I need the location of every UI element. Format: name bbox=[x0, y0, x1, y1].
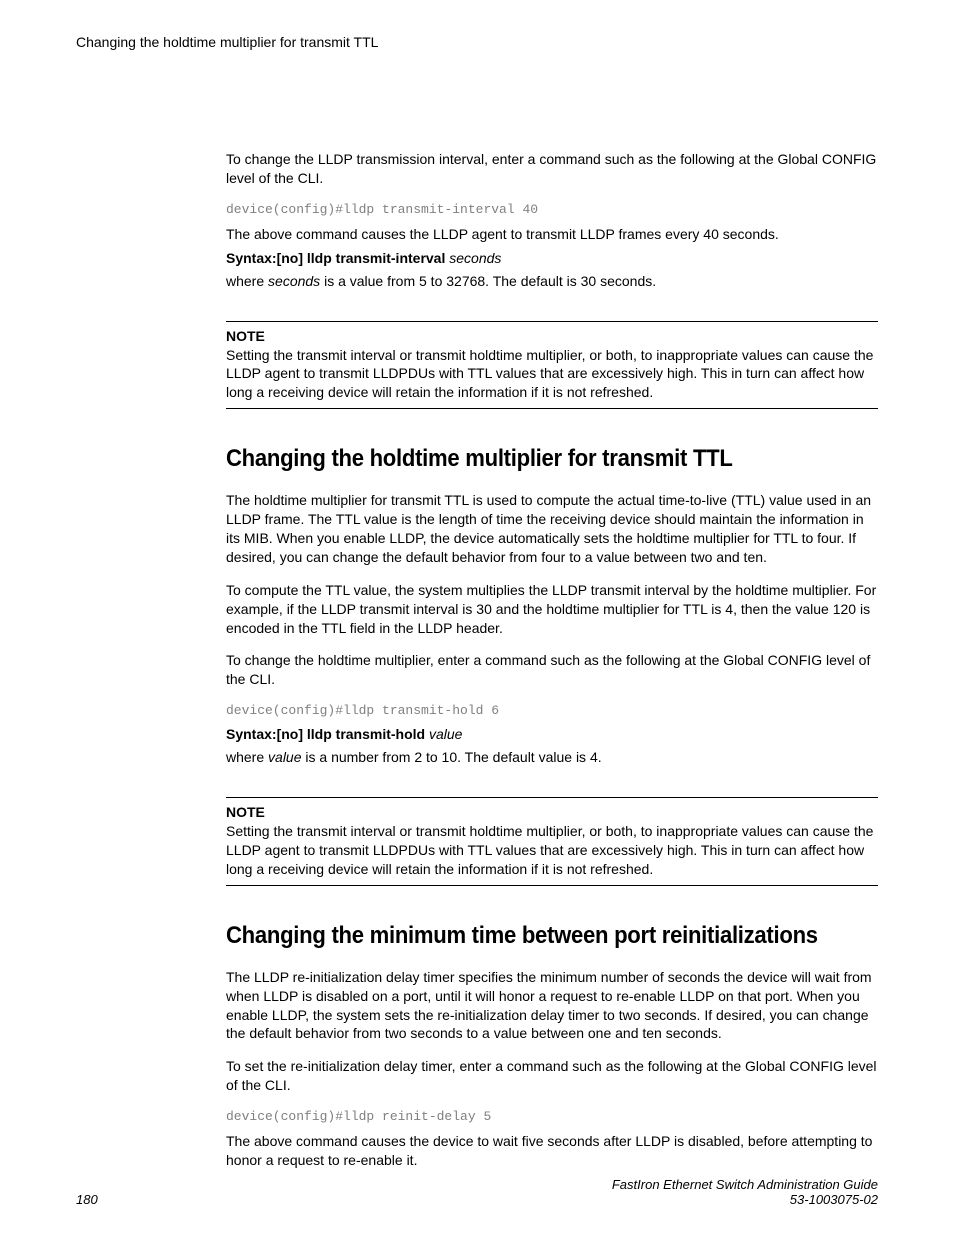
s3-p2: To set the re-initialization delay timer… bbox=[226, 1057, 878, 1095]
s2-note-label: NOTE bbox=[226, 804, 878, 820]
main-content: To change the LLDP transmission interval… bbox=[226, 150, 878, 1170]
s3-heading: Changing the minimum time between port r… bbox=[226, 922, 826, 950]
s2-where-post: is a number from 2 to 10. The default va… bbox=[302, 749, 602, 765]
note-rule-bottom-2 bbox=[226, 885, 878, 886]
s2-code: device(config)#lldp transmit-hold 6 bbox=[226, 703, 878, 718]
s1-where-post: is a value from 5 to 32768. The default … bbox=[320, 273, 656, 289]
page-number: 180 bbox=[76, 1192, 98, 1207]
s1-note: NOTE Setting the transmit interval or tr… bbox=[226, 321, 878, 410]
s3-p1: The LLDP re-initialization delay timer s… bbox=[226, 968, 878, 1044]
s3-p3: The above command causes the device to w… bbox=[226, 1132, 878, 1170]
s1-syntax-bold: Syntax:[no] lldp transmit-interval bbox=[226, 250, 449, 266]
page-footer: 180 FastIron Ethernet Switch Administrat… bbox=[76, 1177, 878, 1207]
s1-result: The above command causes the LLDP agent … bbox=[226, 225, 878, 244]
s2-where-pre: where bbox=[226, 749, 268, 765]
s2-p2: To compute the TTL value, the system mul… bbox=[226, 581, 878, 638]
s1-syntax-arg: seconds bbox=[449, 250, 501, 266]
s2-heading: Changing the holdtime multiplier for tra… bbox=[226, 445, 826, 473]
footer-guide-title: FastIron Ethernet Switch Administration … bbox=[612, 1177, 878, 1192]
s3-code: device(config)#lldp reinit-delay 5 bbox=[226, 1109, 878, 1124]
s2-p3: To change the holdtime multiplier, enter… bbox=[226, 651, 878, 689]
s2-syntax: Syntax:[no] lldp transmit-hold value bbox=[226, 726, 878, 742]
note-rule-top-2 bbox=[226, 797, 878, 798]
s1-intro: To change the LLDP transmission interval… bbox=[226, 150, 878, 188]
s1-where-arg: seconds bbox=[268, 273, 320, 289]
s2-note: NOTE Setting the transmit interval or tr… bbox=[226, 797, 878, 886]
s1-note-body: Setting the transmit interval or transmi… bbox=[226, 346, 878, 403]
note-rule-bottom bbox=[226, 408, 878, 409]
s2-where-arg: value bbox=[268, 749, 301, 765]
s2-p1: The holdtime multiplier for transmit TTL… bbox=[226, 491, 878, 567]
running-header: Changing the holdtime multiplier for tra… bbox=[76, 34, 878, 50]
s1-code: device(config)#lldp transmit-interval 40 bbox=[226, 202, 878, 217]
s2-syntax-arg: value bbox=[429, 726, 462, 742]
s1-syntax: Syntax:[no] lldp transmit-interval secon… bbox=[226, 250, 878, 266]
s1-where-pre: where bbox=[226, 273, 268, 289]
s2-syntax-bold: Syntax:[no] lldp transmit-hold bbox=[226, 726, 429, 742]
footer-doc-number: 53-1003075-02 bbox=[612, 1192, 878, 1207]
s2-note-body: Setting the transmit interval or transmi… bbox=[226, 822, 878, 879]
s1-note-label: NOTE bbox=[226, 328, 878, 344]
s2-where: where value is a number from 2 to 10. Th… bbox=[226, 748, 878, 767]
note-rule-top bbox=[226, 321, 878, 322]
s1-where: where seconds is a value from 5 to 32768… bbox=[226, 272, 878, 291]
